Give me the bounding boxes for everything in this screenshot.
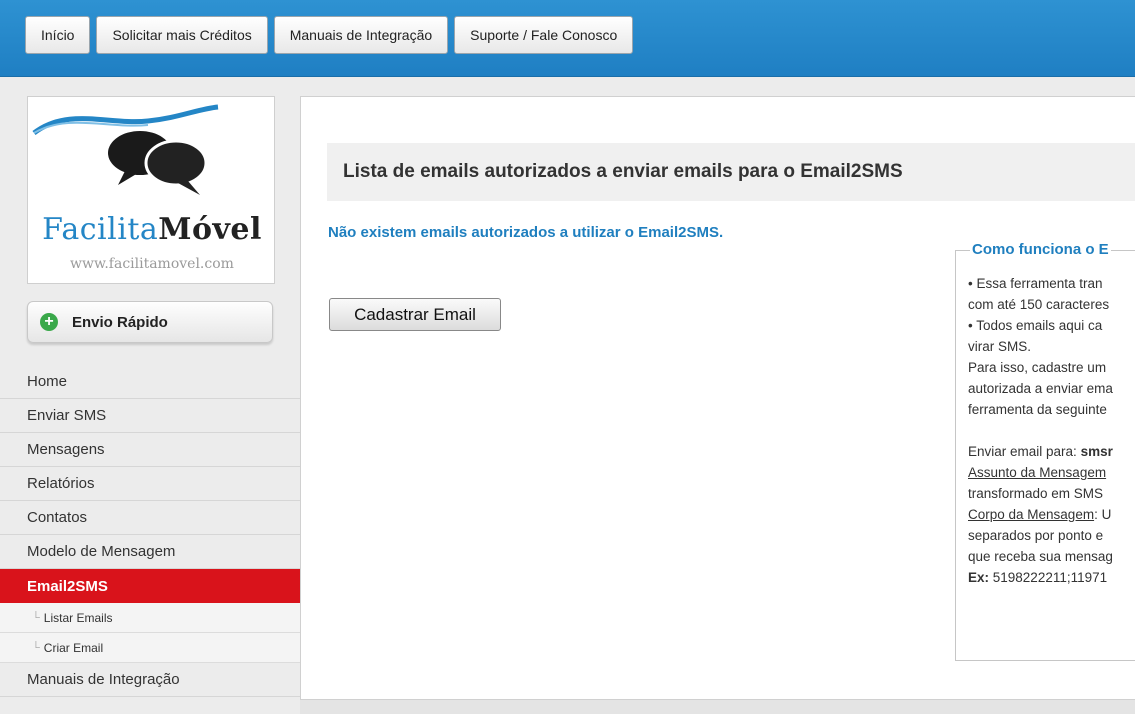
help-line: Para isso, cadastre um [968,360,1107,375]
help-text: : U [1094,507,1112,522]
sidebar-item-manuais[interactable]: Manuais de Integração [0,663,302,697]
sidebar-subitem-label: Listar Emails [43,610,113,625]
sidebar-item-contatos[interactable]: Contatos [0,501,302,535]
help-text: Corpo da Mensagem [968,507,1095,522]
logo-brand-part1: Facilita [42,212,159,247]
help-text: Ex: [968,570,990,585]
tree-connector-icon: └ [32,611,40,624]
help-line: Assunto da Mensagem [968,465,1107,480]
help-line: que receba sua mensag [968,549,1113,564]
sidebar-item-mensagens[interactable]: Mensagens [0,433,302,467]
help-box-legend: Como funciona o E [970,241,1111,258]
page-title: Lista de emails autorizados a enviar ema… [327,143,1135,201]
sidebar-subitem-criar-email[interactable]: └ Criar Email [0,633,302,663]
help-spacer [968,420,1113,441]
help-text: Enviar email para: [968,444,1081,459]
help-line: Ex: 5198222211;11971 [968,567,1113,588]
help-email-address: smsr [1080,444,1113,459]
help-line: Corpo da Mensagem: U [968,504,1113,525]
quick-send-label: Envio Rápido [72,313,168,331]
nav-manuais-button[interactable]: Manuais de Integração [273,16,449,54]
nav-suporte-button[interactable]: Suporte / Fale Conosco [454,16,634,54]
help-text: 5198222211;11971 [989,570,1108,585]
sidebar-item-email2sms[interactable]: Email2SMS [0,569,316,603]
help-line: Enviar email para: smsr [968,441,1113,462]
help-line: • Todos emails aqui ca [968,318,1103,333]
top-nav: Início Solicitar mais Créditos Manuais d… [25,16,634,54]
sidebar-item-modelo-mensagem[interactable]: Modelo de Mensagem [0,535,302,569]
sidebar-subitem-listar-emails[interactable]: └ Listar Emails [0,603,302,633]
help-box: Como funciona o E • Essa ferramenta tran… [955,241,1135,661]
sidebar-item-relatorios[interactable]: Relatórios [0,467,302,501]
help-box-body: • Essa ferramenta tran com até 150 carac… [968,273,1113,588]
sidebar: FacilitaMóvel www.facilitamovel.com + En… [0,96,316,697]
logo-brand-part2: Móvel [158,212,262,247]
logo[interactable]: FacilitaMóvel www.facilitamovel.com [27,96,275,284]
help-line: autorizada a enviar ema [968,381,1113,396]
main-panel: Lista de emails autorizados a enviar ema… [300,96,1135,700]
sidebar-menu: Home Enviar SMS Mensagens Relatórios Con… [0,365,316,697]
sidebar-subitem-label: Criar Email [43,640,104,655]
top-bar: Início Solicitar mais Créditos Manuais d… [0,0,1135,77]
help-line: virar SMS. [968,339,1032,354]
sidebar-item-home[interactable]: Home [0,365,302,399]
nav-solicitar-creditos-button[interactable]: Solicitar mais Créditos [96,16,268,54]
help-line: separados por ponto e [968,528,1104,543]
speech-bubbles-icon [32,104,219,195]
empty-notice: Não existem emails autorizados a utiliza… [328,224,724,241]
plus-circle-icon: + [40,313,58,331]
nav-inicio-button[interactable]: Início [25,16,91,54]
cadastrar-email-button[interactable]: Cadastrar Email [329,298,501,331]
sidebar-item-enviar-sms[interactable]: Enviar SMS [0,399,302,433]
bottom-strip [300,700,1135,714]
logo-brand: FacilitaMóvel [28,212,276,247]
logo-url: www.facilitamovel.com [70,256,234,272]
help-line: transformado em SMS [968,486,1104,501]
quick-send-button[interactable]: + Envio Rápido [27,301,273,343]
help-line: ferramenta da seguinte [968,402,1107,417]
tree-connector-icon: └ [32,641,40,654]
help-line: • Essa ferramenta tran [968,276,1103,291]
help-line: com até 150 caracteres [968,297,1110,312]
